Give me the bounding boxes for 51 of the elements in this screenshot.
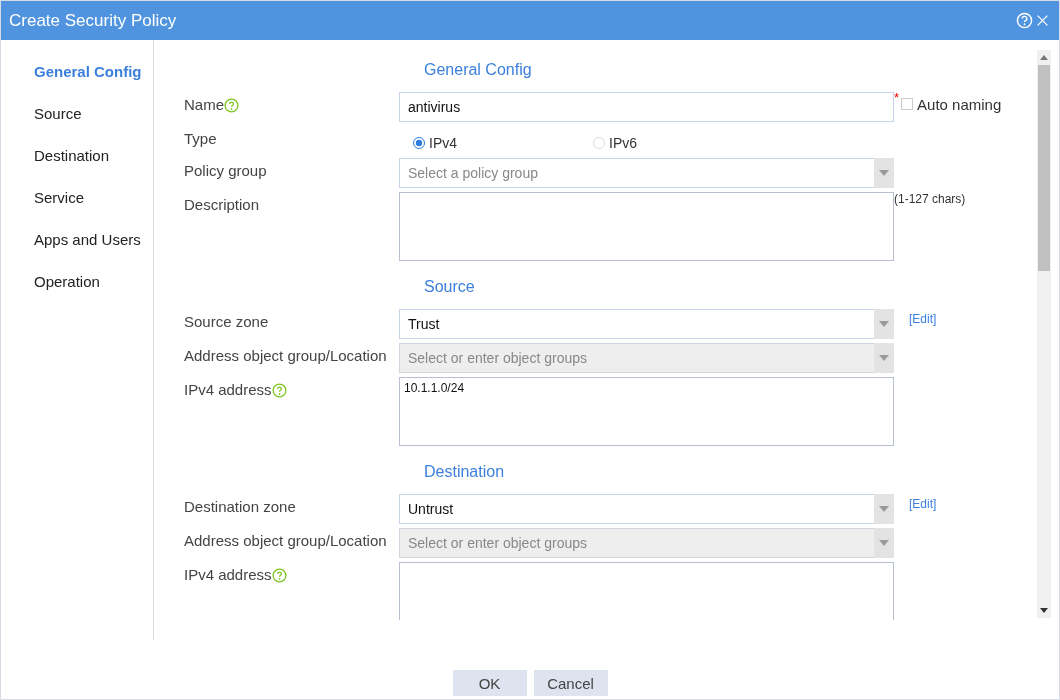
dropdown-field[interactable]: Select a policy group	[399, 158, 894, 188]
section-title: General Config	[424, 61, 532, 79]
checkbox-label: Auto naming	[917, 95, 1002, 113]
edit-link[interactable]: [Edit]	[909, 497, 937, 511]
close-icon[interactable]	[1036, 14, 1049, 27]
sidebar-item[interactable]: Source	[34, 104, 82, 123]
sidebar-item[interactable]: Destination	[34, 146, 110, 165]
sidebar-item[interactable]: Apps and Users	[34, 230, 141, 249]
caret-icon	[879, 506, 889, 512]
field-label: IPv4 address	[184, 566, 272, 583]
field-label: Description	[184, 196, 260, 213]
caret-icon	[879, 321, 889, 327]
field-label: Destination zone	[184, 498, 296, 515]
help-icon[interactable]	[224, 98, 239, 113]
window-title: Create Security Policy	[9, 10, 178, 31]
dropdown-field[interactable]: Untrust	[399, 494, 894, 524]
hint-text: (1-127 chars)	[894, 192, 966, 206]
field-label: Address object group/Location	[184, 532, 387, 549]
dialog-button[interactable]: Cancel	[533, 670, 608, 696]
section-title: Destination	[424, 463, 505, 481]
checkbox[interactable]	[901, 98, 914, 110]
edit-link[interactable]: [Edit]	[909, 312, 937, 326]
caret-icon	[879, 540, 889, 546]
scrollbar-thumb[interactable]	[1038, 65, 1050, 271]
field-label: Name	[184, 96, 224, 113]
scroll-down-icon[interactable]	[1040, 608, 1048, 613]
field-label: IPv4 address	[184, 381, 272, 398]
scroll-up-icon[interactable]	[1040, 55, 1048, 60]
radio-label: IPv6	[609, 134, 637, 151]
field-label: Type	[184, 130, 217, 147]
name-input[interactable]: antivirus	[399, 92, 894, 122]
field-label: Policy group	[184, 162, 267, 179]
radio-label: IPv4	[429, 134, 457, 151]
text-area[interactable]	[399, 562, 894, 620]
scrollbar[interactable]	[1037, 50, 1051, 618]
caret-icon	[879, 355, 889, 361]
help-icon[interactable]	[271, 568, 287, 583]
section-title: Source	[424, 278, 475, 296]
sidebar-item[interactable]: Operation	[34, 272, 100, 291]
text-area[interactable]: 10.1.1.0/24	[399, 377, 894, 446]
dialog-button[interactable]: OK	[452, 670, 527, 696]
field-label: Address object group/Location	[184, 347, 387, 364]
sidebar-item[interactable]: Service	[34, 188, 85, 207]
field-label: Source zone	[184, 313, 269, 330]
help-icon[interactable]	[271, 383, 287, 398]
caret-icon	[879, 170, 889, 176]
radio-button[interactable]	[413, 136, 425, 149]
required-mark: *	[894, 92, 900, 104]
sidebar-item[interactable]: General Config	[34, 62, 142, 81]
text-area[interactable]	[399, 192, 894, 261]
dropdown-field[interactable]: Trust	[399, 309, 894, 339]
